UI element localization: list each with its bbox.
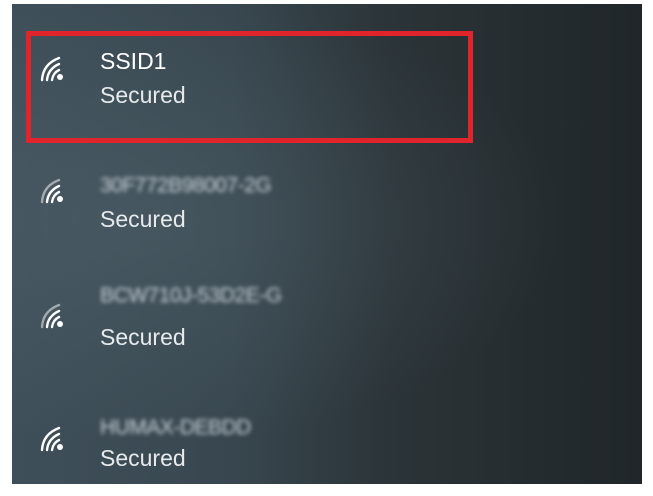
network-status: Secured (100, 206, 186, 232)
network-item-3[interactable]: BCW710J-53D2E-G Secured (12, 244, 642, 364)
network-ssid: BCW710J-53D2E-G (100, 284, 282, 307)
wifi-signal-icon (38, 301, 68, 331)
network-status: Secured (100, 445, 186, 471)
highlight-box (26, 31, 473, 143)
wifi-network-list: SSID1 Secured 30F772B98007-2G Secured BC… (12, 4, 642, 484)
network-ssid: 30F772B98007-2G (100, 174, 272, 197)
network-ssid: HUMAX-DEBDD (100, 416, 251, 439)
wifi-signal-icon (38, 424, 68, 454)
wifi-signal-icon (38, 176, 68, 206)
network-status: Secured (100, 324, 186, 350)
network-item-4[interactable]: HUMAX-DEBDD Secured (12, 364, 642, 484)
